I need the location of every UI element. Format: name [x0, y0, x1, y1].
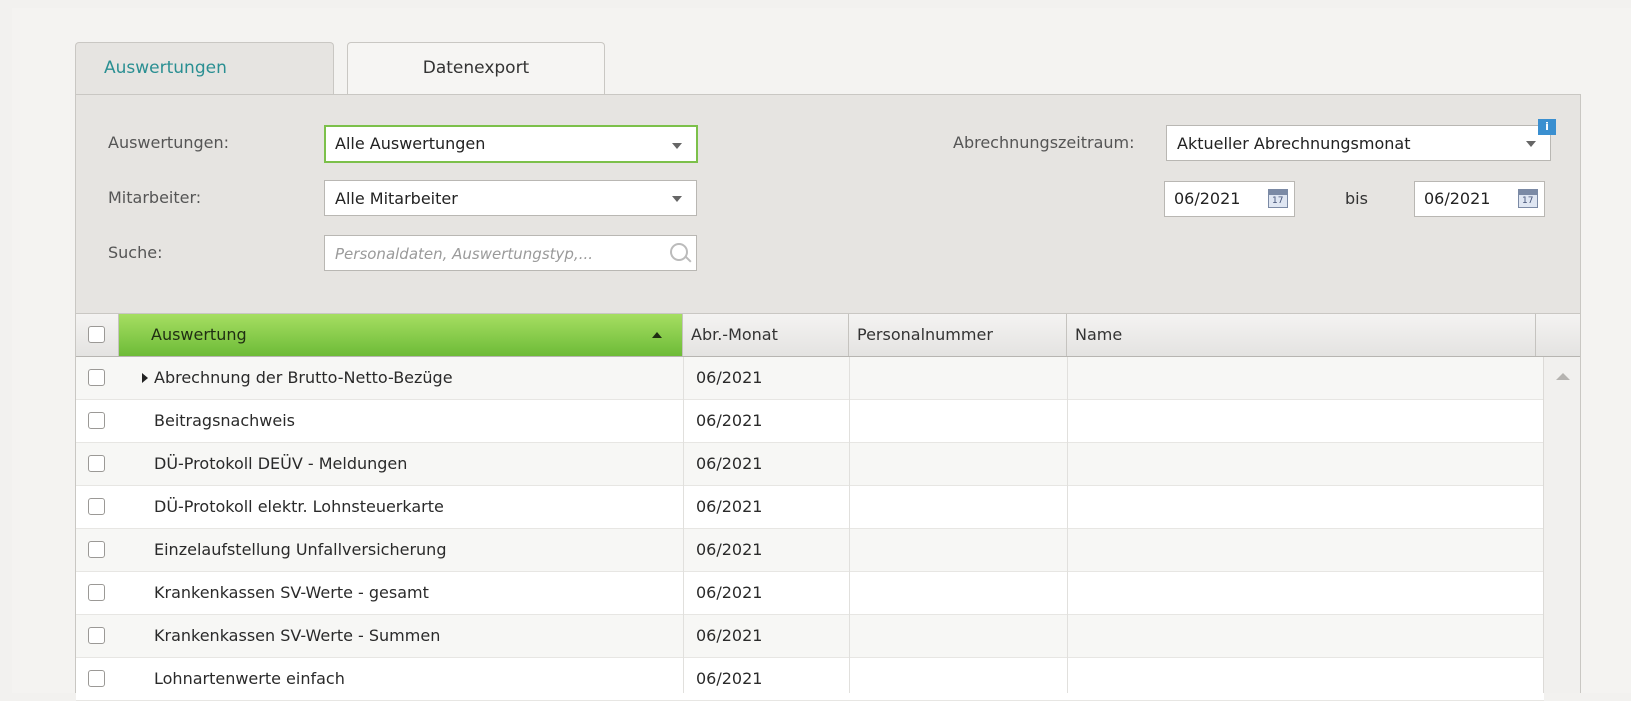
table-row[interactable]: Krankenkassen SV-Werte - gesamt 06/2021 — [76, 572, 1544, 615]
search-input[interactable]: Personaldaten, Auswertungstyp,... — [324, 235, 697, 271]
calendar-icon[interactable]: 17 — [1518, 189, 1538, 208]
column-divider — [849, 357, 850, 693]
row-checkbox[interactable] — [88, 455, 105, 472]
table-row[interactable]: Beitragsnachweis 06/2021 — [76, 400, 1544, 443]
search-icon[interactable] — [670, 243, 688, 261]
chevron-down-icon[interactable] — [672, 143, 682, 149]
cell-auswertung: Abrechnung der Brutto-Netto-Bezüge — [154, 368, 453, 387]
table-header: Auswertung Abr.-Monat Personalnummer Nam… — [76, 314, 1580, 357]
row-checkbox[interactable] — [88, 670, 105, 687]
cell-auswertung: Lohnartenwerte einfach — [154, 669, 345, 688]
cell-abr-monat: 06/2021 — [696, 669, 763, 688]
mitarbeiter-select-value: Alle Mitarbeiter — [335, 189, 458, 208]
table-row[interactable]: Lohnartenwerte einfach 06/2021 — [76, 658, 1544, 701]
bis-label: bis — [1345, 189, 1368, 208]
cell-auswertung: Einzelaufstellung Unfallversicherung — [154, 540, 447, 559]
abrechnungszeitraum-select[interactable]: Aktueller Abrechnungsmonat — [1166, 125, 1551, 161]
cell-auswertung: Krankenkassen SV-Werte - Summen — [154, 626, 441, 645]
cell-abr-monat: 06/2021 — [696, 626, 763, 645]
table-row[interactable]: Einzelaufstellung Unfallversicherung 06/… — [76, 529, 1544, 572]
scroll-up-arrow-icon[interactable] — [1556, 373, 1570, 380]
tab-datenexport[interactable]: Datenexport — [347, 42, 605, 94]
auswertungen-select[interactable]: Alle Auswertungen — [324, 125, 698, 163]
column-header-auswertung[interactable]: Auswertung — [119, 314, 683, 356]
mitarbeiter-select[interactable]: Alle Mitarbeiter — [324, 180, 697, 216]
auswertungen-label: Auswertungen: — [108, 133, 230, 152]
row-checkbox[interactable] — [88, 498, 105, 515]
info-icon[interactable]: i — [1538, 119, 1556, 135]
column-header-personalnummer[interactable]: Personalnummer — [849, 314, 1067, 356]
cell-abr-monat: 06/2021 — [696, 368, 763, 387]
row-checkbox[interactable] — [88, 412, 105, 429]
cell-abr-monat: 06/2021 — [696, 497, 763, 516]
table-body: Abrechnung der Brutto-Netto-Bezüge 06/20… — [76, 357, 1544, 701]
expand-arrow-icon[interactable] — [142, 373, 148, 383]
column-divider — [683, 357, 684, 693]
date-to-input[interactable]: 06/2021 17 — [1414, 181, 1545, 217]
abrechnungszeitraum-select-value: Aktueller Abrechnungsmonat — [1177, 134, 1411, 153]
calendar-icon-glyph: 17 — [1272, 196, 1284, 206]
chevron-down-icon[interactable] — [1526, 141, 1536, 147]
filter-panel: Auswertungen: Alle Auswertungen Mitarbei… — [75, 94, 1581, 314]
cell-abr-monat: 06/2021 — [696, 454, 763, 473]
vertical-scrollbar[interactable] — [1543, 357, 1580, 693]
search-placeholder: Personaldaten, Auswertungstyp,... — [335, 245, 593, 263]
cell-auswertung: Beitragsnachweis — [154, 411, 296, 430]
column-header-label: Auswertung — [151, 325, 247, 344]
date-from-input[interactable]: 06/2021 17 — [1164, 181, 1295, 217]
row-checkbox[interactable] — [88, 627, 105, 644]
table-row[interactable]: Abrechnung der Brutto-Netto-Bezüge 06/20… — [76, 357, 1544, 400]
date-to-value: 06/2021 — [1424, 189, 1491, 208]
chevron-down-icon[interactable] — [672, 196, 682, 202]
table-row[interactable]: DÜ-Protokoll elektr. Lohnsteuerkarte 06/… — [76, 486, 1544, 529]
cell-abr-monat: 06/2021 — [696, 411, 763, 430]
table-row[interactable]: Krankenkassen SV-Werte - Summen 06/2021 — [76, 615, 1544, 658]
cell-auswertung: DÜ-Protokoll DEÜV - Meldungen — [154, 454, 408, 473]
table-row[interactable]: DÜ-Protokoll DEÜV - Meldungen 06/2021 — [76, 443, 1544, 486]
suche-label: Suche: — [108, 243, 163, 262]
calendar-icon-glyph: 17 — [1522, 196, 1534, 206]
select-all-checkbox[interactable] — [88, 326, 105, 343]
auswertungen-select-value: Alle Auswertungen — [335, 134, 486, 153]
cell-auswertung: DÜ-Protokoll elektr. Lohnsteuerkarte — [154, 497, 444, 516]
column-divider — [1067, 357, 1068, 693]
mitarbeiter-label: Mitarbeiter: — [108, 188, 202, 207]
abrechnungszeitraum-label: Abrechnungszeitraum: — [953, 133, 1135, 152]
column-header-abr-monat[interactable]: Abr.-Monat — [683, 314, 849, 356]
calendar-icon[interactable]: 17 — [1268, 189, 1288, 208]
tab-auswertungen[interactable]: Auswertungen — [75, 42, 334, 94]
cell-abr-monat: 06/2021 — [696, 540, 763, 559]
cell-auswertung: Krankenkassen SV-Werte - gesamt — [154, 583, 429, 602]
header-select-all-cell — [76, 314, 119, 356]
sort-ascending-icon — [652, 332, 662, 338]
row-checkbox[interactable] — [88, 584, 105, 601]
results-table: Auswertung Abr.-Monat Personalnummer Nam… — [75, 314, 1581, 701]
row-checkbox[interactable] — [88, 541, 105, 558]
column-header-name[interactable]: Name — [1067, 314, 1536, 356]
cell-abr-monat: 06/2021 — [696, 583, 763, 602]
row-checkbox[interactable] — [88, 369, 105, 386]
date-from-value: 06/2021 — [1174, 189, 1241, 208]
